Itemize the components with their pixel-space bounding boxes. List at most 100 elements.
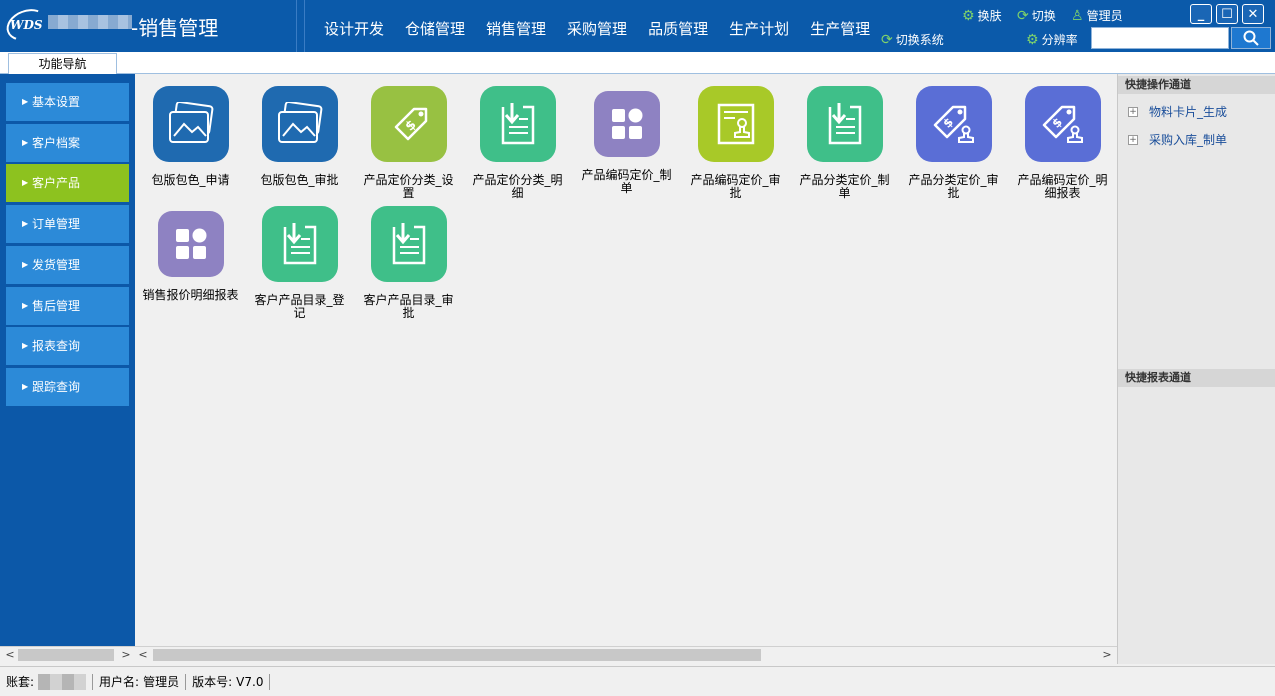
app-label: 销售报价明细报表	[142, 288, 239, 302]
caret-right-icon: ▶	[22, 341, 29, 350]
price-tag-icon: $	[370, 86, 447, 162]
sidebar-item-label: 客户档案	[32, 136, 81, 150]
sidebar-item-label: 基本设置	[32, 95, 81, 109]
search-button[interactable]	[1231, 27, 1271, 49]
menu-quality[interactable]: 品质管理	[638, 18, 718, 39]
menu-design-dev[interactable]: 设计开发	[314, 18, 394, 39]
refresh-icon: ⟳	[881, 31, 893, 48]
username-label: 用户名:	[99, 675, 140, 689]
sidebar-item-label: 售后管理	[32, 299, 81, 313]
user-icon: ♙	[1071, 7, 1084, 24]
sidebar-item-reports[interactable]: ▶ 报表查询	[6, 327, 129, 365]
app-tile[interactable]: 客户产品目录_审批	[354, 206, 463, 320]
status-divider	[92, 673, 94, 690]
app-header: WDS -销售管理 设计开发 仓储管理 销售管理 采购管理 品质管理 生产计划 …	[0, 0, 1275, 52]
download-doc-icon	[806, 86, 883, 162]
download-doc-icon	[261, 206, 338, 282]
search-input[interactable]	[1091, 27, 1229, 49]
sidebar-item-customer-products[interactable]: ▶ 客户产品	[6, 164, 129, 202]
scroll-left-icon[interactable]: <	[2, 647, 18, 663]
resolution-button[interactable]: ⚙ 分辨率	[1026, 31, 1078, 48]
close-button[interactable]: ✕	[1242, 4, 1264, 24]
app-label: 包版包色_审批	[260, 173, 339, 187]
caret-right-icon: ▶	[22, 382, 29, 391]
logo-text: WDS	[10, 18, 43, 32]
scrollbar-thumb[interactable]	[18, 649, 114, 661]
gear-icon: ⚙	[1026, 31, 1039, 48]
sidebar-item-label: 发货管理	[32, 258, 81, 272]
refresh-icon: ⟳	[1017, 7, 1029, 24]
sidebar-item-tracking[interactable]: ▶ 跟踪查询	[6, 368, 129, 406]
app-tile[interactable]: 产品编码定价_制单	[572, 86, 681, 195]
quick-op-item[interactable]: + 采购入库_制单	[1128, 131, 1227, 148]
switch-button[interactable]: ⟳ 切换	[1017, 7, 1056, 24]
app-tile[interactable]: 销售报价明细报表	[136, 206, 245, 302]
app-tile[interactable]: 包版包色_审批	[245, 86, 354, 187]
caret-right-icon: ▶	[22, 219, 29, 228]
menu-production[interactable]: 生产管理	[800, 18, 880, 39]
app-tile[interactable]: 客户产品目录_登记	[245, 206, 354, 320]
price-stamp-icon: $	[915, 86, 992, 162]
skin-label: 换肤	[977, 9, 1002, 23]
main-horizontal-scrollbar[interactable]: < >	[135, 646, 1117, 662]
app-tile[interactable]: 包版包色_申请	[136, 86, 245, 187]
menu-purchase[interactable]: 采购管理	[557, 18, 637, 39]
sidebar-item-label: 订单管理	[32, 217, 81, 231]
app-tile[interactable]: $ 产品分类定价_审批	[899, 86, 1008, 200]
grid-icon	[157, 211, 224, 277]
menu-production-plan[interactable]: 生产计划	[719, 18, 799, 39]
app-label: 客户产品目录_审批	[363, 293, 454, 320]
search-icon	[1243, 30, 1259, 46]
right-panel: 快捷操作通道 + 物料卡片_生成 + 采购入库_制单 快捷报表通道	[1117, 74, 1275, 664]
sidebar-item-orders[interactable]: ▶ 订单管理	[6, 205, 129, 243]
sidebar-item-after-sales[interactable]: ▶ 售后管理	[6, 287, 129, 325]
scroll-right-icon[interactable]: >	[118, 647, 134, 663]
download-doc-icon	[370, 206, 447, 282]
svg-text:$: $	[402, 117, 419, 134]
skin-button[interactable]: ⚙ 换肤	[962, 7, 1002, 24]
price-stamp-icon: $	[1024, 86, 1101, 162]
app-tile[interactable]: 产品编码定价_审批	[681, 86, 790, 200]
svg-text:$: $	[940, 115, 956, 131]
caret-right-icon: ▶	[22, 301, 29, 310]
minimize-icon: _	[1197, 6, 1205, 22]
app-tile[interactable]: $ 产品定价分类_设置	[354, 86, 463, 200]
top-menu: 设计开发 仓储管理 销售管理 采购管理 品质管理 生产计划 生产管理	[314, 18, 881, 39]
expand-icon: +	[1128, 134, 1138, 145]
grid-icon	[593, 91, 660, 157]
minimize-button[interactable]: _	[1190, 4, 1212, 24]
app-tile[interactable]: $ 产品编码定价_明细报表	[1008, 86, 1117, 200]
menu-warehouse[interactable]: 仓储管理	[395, 18, 475, 39]
menu-sales[interactable]: 销售管理	[476, 18, 556, 39]
app-tile[interactable]: 产品定价分类_明细	[463, 86, 572, 200]
sidebar-item-customer-files[interactable]: ▶ 客户档案	[6, 124, 129, 162]
sidebar-item-label: 跟踪查询	[32, 380, 81, 394]
caret-right-icon: ▶	[22, 260, 29, 269]
version-label: 版本号:	[192, 675, 233, 689]
app-label: 产品编码定价_明细报表	[1017, 173, 1108, 200]
sidebar-item-label: 客户产品	[32, 176, 81, 190]
download-doc-icon	[479, 86, 556, 162]
status-divider	[269, 673, 271, 690]
image-icon	[261, 86, 338, 162]
sidebar-item-label: 报表查询	[32, 339, 81, 353]
switch-system-label: 切换系统	[895, 33, 944, 47]
header-divider	[296, 0, 297, 52]
app-label: 产品编码定价_制单	[581, 168, 672, 195]
scrollbar-thumb[interactable]	[153, 649, 761, 661]
app-label: 产品分类定价_制单	[799, 173, 890, 200]
sidebar-item-basic-settings[interactable]: ▶ 基本设置	[6, 83, 129, 121]
sidebar-horizontal-scrollbar[interactable]: < >	[0, 646, 135, 662]
user-button[interactable]: ♙ 管理员	[1071, 7, 1123, 24]
stamp-doc-icon	[697, 86, 774, 162]
maximize-button[interactable]: ☐	[1216, 4, 1238, 24]
scroll-left-icon[interactable]: <	[135, 647, 151, 663]
tab-function-nav[interactable]: 功能导航	[8, 53, 117, 75]
expand-icon: +	[1128, 106, 1138, 117]
account-value-redacted	[38, 673, 87, 690]
scroll-right-icon[interactable]: >	[1099, 647, 1115, 663]
sidebar-item-shipping[interactable]: ▶ 发货管理	[6, 246, 129, 284]
app-tile[interactable]: 产品分类定价_制单	[790, 86, 899, 200]
switch-system-button[interactable]: ⟳ 切换系统	[881, 31, 944, 48]
quick-op-item[interactable]: + 物料卡片_生成	[1128, 103, 1227, 120]
